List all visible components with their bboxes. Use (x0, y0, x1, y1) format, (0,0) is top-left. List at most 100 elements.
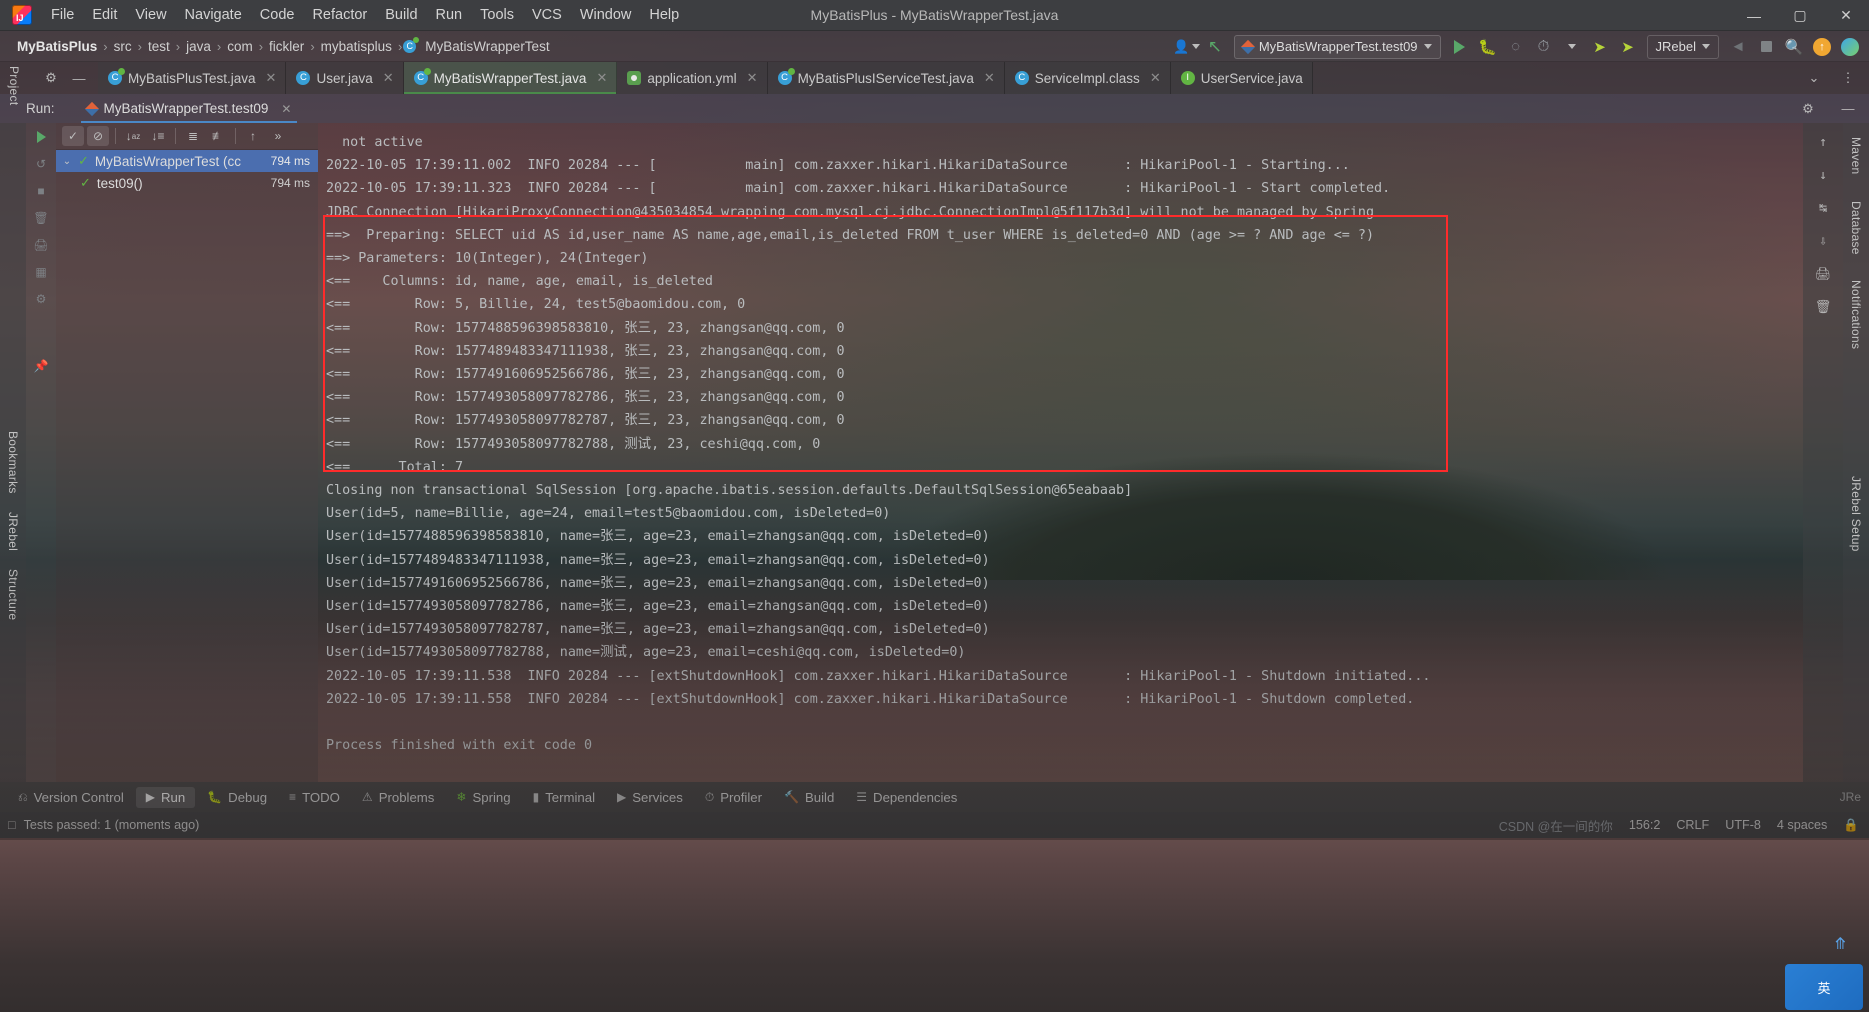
bottom-tab-spring[interactable]: ❄ Spring (446, 787, 520, 808)
scroll-to-end-icon[interactable]: ⇩ (1813, 232, 1833, 252)
pin-icon[interactable]: 📌 (31, 356, 51, 376)
chevron-down-icon[interactable] (1559, 35, 1585, 59)
profile-icon[interactable]: 👤 (1173, 35, 1201, 59)
chevron-down-icon[interactable]: ⌄ (1801, 66, 1827, 90)
breadcrumb-com[interactable]: com (222, 37, 258, 56)
tool-window-maven[interactable]: Maven (1849, 137, 1863, 175)
run-configuration-selector[interactable]: MyBatisWrapperTest.test09 (1233, 34, 1441, 59)
settings-icon[interactable]: ⚙ (31, 289, 51, 309)
bottom-tab-problems[interactable]: ⚠ Problems (352, 787, 444, 808)
bottom-tab-services[interactable]: ▶ Services (607, 787, 693, 808)
close-icon[interactable]: ✕ (281, 102, 291, 116)
tool-window-structure[interactable]: Structure (6, 569, 20, 620)
tool-window-jrebel-setup[interactable]: JRebel Setup (1849, 476, 1863, 552)
run-icon[interactable] (1447, 35, 1473, 59)
bottom-tab-version-control[interactable]: ⎌ Version Control (8, 787, 134, 808)
rerun-failed-icon[interactable]: ↺ (31, 154, 51, 174)
show-passed-icon[interactable]: ✓ (62, 126, 84, 146)
stop-icon[interactable]: ■ (31, 181, 51, 201)
window-controls[interactable]: — ▢ ✕ (1731, 0, 1869, 31)
menu-build[interactable]: Build (376, 3, 426, 27)
test-tree-row-method[interactable]: ✓ test09() 794 ms (56, 172, 318, 194)
breadcrumb-fickler[interactable]: fickler (264, 37, 309, 56)
rerun-icon[interactable] (31, 127, 51, 147)
minimize-button[interactable]: — (1731, 0, 1777, 31)
editor-tab-mybatiswrappertest[interactable]: MyBatisWrapperTest.java ✕ (403, 62, 618, 94)
line-separator[interactable]: CRLF (1676, 818, 1709, 832)
soft-wrap-icon[interactable]: ↹ (1813, 199, 1833, 219)
gear-icon[interactable]: ⚙ (38, 66, 64, 90)
ide-eye-icon[interactable] (1837, 35, 1863, 59)
bottom-tab-dependencies[interactable]: ☰ Dependencies (846, 787, 967, 808)
close-icon[interactable]: ✕ (266, 70, 277, 86)
menu-tools[interactable]: Tools (471, 3, 523, 27)
print-icon[interactable]: 🖨 (31, 235, 51, 255)
editor-tab-user[interactable]: User.java ✕ (286, 62, 404, 94)
tool-window-notifications[interactable]: Notifications (1849, 280, 1863, 349)
trash-icon[interactable]: 🗑 (31, 208, 51, 228)
menu-file[interactable]: File (42, 3, 83, 27)
close-icon[interactable]: ✕ (1150, 70, 1161, 86)
caret-position[interactable]: 156:2 (1629, 818, 1661, 832)
chevron-down-icon[interactable]: ⌄ (62, 156, 72, 167)
search-icon[interactable]: 🔍 (1781, 35, 1807, 59)
close-icon[interactable]: ✕ (596, 70, 607, 86)
prev-failed-icon[interactable]: ↑ (242, 126, 264, 146)
sort-alphabetically-icon[interactable]: ↓ az (122, 126, 144, 146)
jrebel-run-icon[interactable]: ➤ (1587, 35, 1613, 59)
bottom-tab-build[interactable]: 🔨 Build (774, 787, 844, 808)
menu-vcs[interactable]: VCS (523, 3, 571, 27)
bottom-tab-debug[interactable]: 🐛 Debug (197, 787, 277, 808)
menu-run[interactable]: Run (427, 3, 472, 27)
breadcrumb-java[interactable]: java (181, 37, 216, 56)
test-tree-row-class[interactable]: ⌄ ✓ MyBatisWrapperTest (cc 794 ms (56, 150, 318, 172)
run-session-tab[interactable]: MyBatisWrapperTest.test09 ✕ (77, 94, 302, 123)
stop-icon[interactable] (1753, 35, 1779, 59)
tool-window-bookmarks[interactable]: Bookmarks (6, 431, 20, 494)
close-icon[interactable]: ✕ (984, 70, 995, 86)
bottom-tab-todo[interactable]: ≡ TODO (279, 787, 350, 808)
build-icon[interactable]: ◄ (1725, 35, 1751, 59)
bottom-tab-profiler[interactable]: ⏱ Profiler (695, 787, 772, 808)
sort-duration-icon[interactable]: ↓≡ (147, 126, 169, 146)
minimize-icon[interactable]: — (66, 66, 92, 90)
menu-view[interactable]: View (126, 3, 175, 27)
menu-navigate[interactable]: Navigate (176, 3, 251, 27)
lock-icon[interactable]: □ (8, 818, 16, 832)
gear-icon[interactable]: ⚙ (1795, 97, 1821, 121)
jrebel-debug-icon[interactable]: ➤ (1615, 35, 1641, 59)
scroll-up-icon[interactable]: ↑ (1813, 133, 1833, 153)
close-icon[interactable]: ✕ (747, 70, 758, 86)
breadcrumb-src[interactable]: src (109, 37, 137, 56)
maximize-button[interactable]: ▢ (1777, 0, 1823, 31)
editor-tab-serviceimpl[interactable]: ServiceImpl.class ✕ (1004, 62, 1171, 94)
bottom-tab-run[interactable]: ▶ Run (135, 786, 196, 808)
breadcrumb-mybatisplus[interactable]: mybatisplus (316, 37, 397, 56)
profiler-icon[interactable]: ⏱ (1531, 35, 1557, 59)
run-with-coverage-icon[interactable]: ◌ (1503, 35, 1529, 59)
menu-refactor[interactable]: Refactor (303, 3, 376, 27)
minimize-icon[interactable]: — (1835, 97, 1861, 121)
vcs-update-icon[interactable]: ↖ (1202, 35, 1228, 59)
menu-edit[interactable]: Edit (83, 3, 126, 27)
close-icon[interactable]: ✕ (383, 70, 394, 86)
menu-code[interactable]: Code (251, 3, 304, 27)
breadcrumb-test[interactable]: test (143, 37, 175, 56)
more-icon[interactable]: » (267, 126, 289, 146)
more-options-icon[interactable]: ⋮ (1835, 66, 1861, 90)
menu-bar[interactable]: File Edit View Navigate Code Refactor Bu… (42, 3, 688, 27)
editor-tab-mybatisplusiservicetest[interactable]: MyBatisPlusIServiceTest.java ✕ (767, 62, 1005, 94)
scroll-down-icon[interactable]: ↓ (1813, 166, 1833, 186)
update-icon[interactable]: ↑ (1809, 35, 1835, 59)
menu-window[interactable]: Window (571, 3, 641, 27)
console-output[interactable]: ✓ Tests passed: 1 of 1 test – 794 ms not… (318, 123, 1843, 782)
lock-icon[interactable]: 🔒 (1843, 818, 1859, 833)
editor-tab-application-yml[interactable]: application.yml ✕ (617, 62, 768, 94)
ime-indicator[interactable]: 英 (1785, 964, 1863, 1010)
tool-window-jrebel[interactable]: JRebel (6, 512, 20, 551)
tool-window-database[interactable]: Database (1849, 201, 1863, 255)
menu-help[interactable]: Help (640, 3, 688, 27)
close-button[interactable]: ✕ (1823, 0, 1869, 31)
editor-tab-userservice[interactable]: UserService.java (1170, 62, 1313, 94)
editor-tab-mybatisplustest[interactable]: MyBatisPlusTest.java ✕ (98, 62, 287, 94)
